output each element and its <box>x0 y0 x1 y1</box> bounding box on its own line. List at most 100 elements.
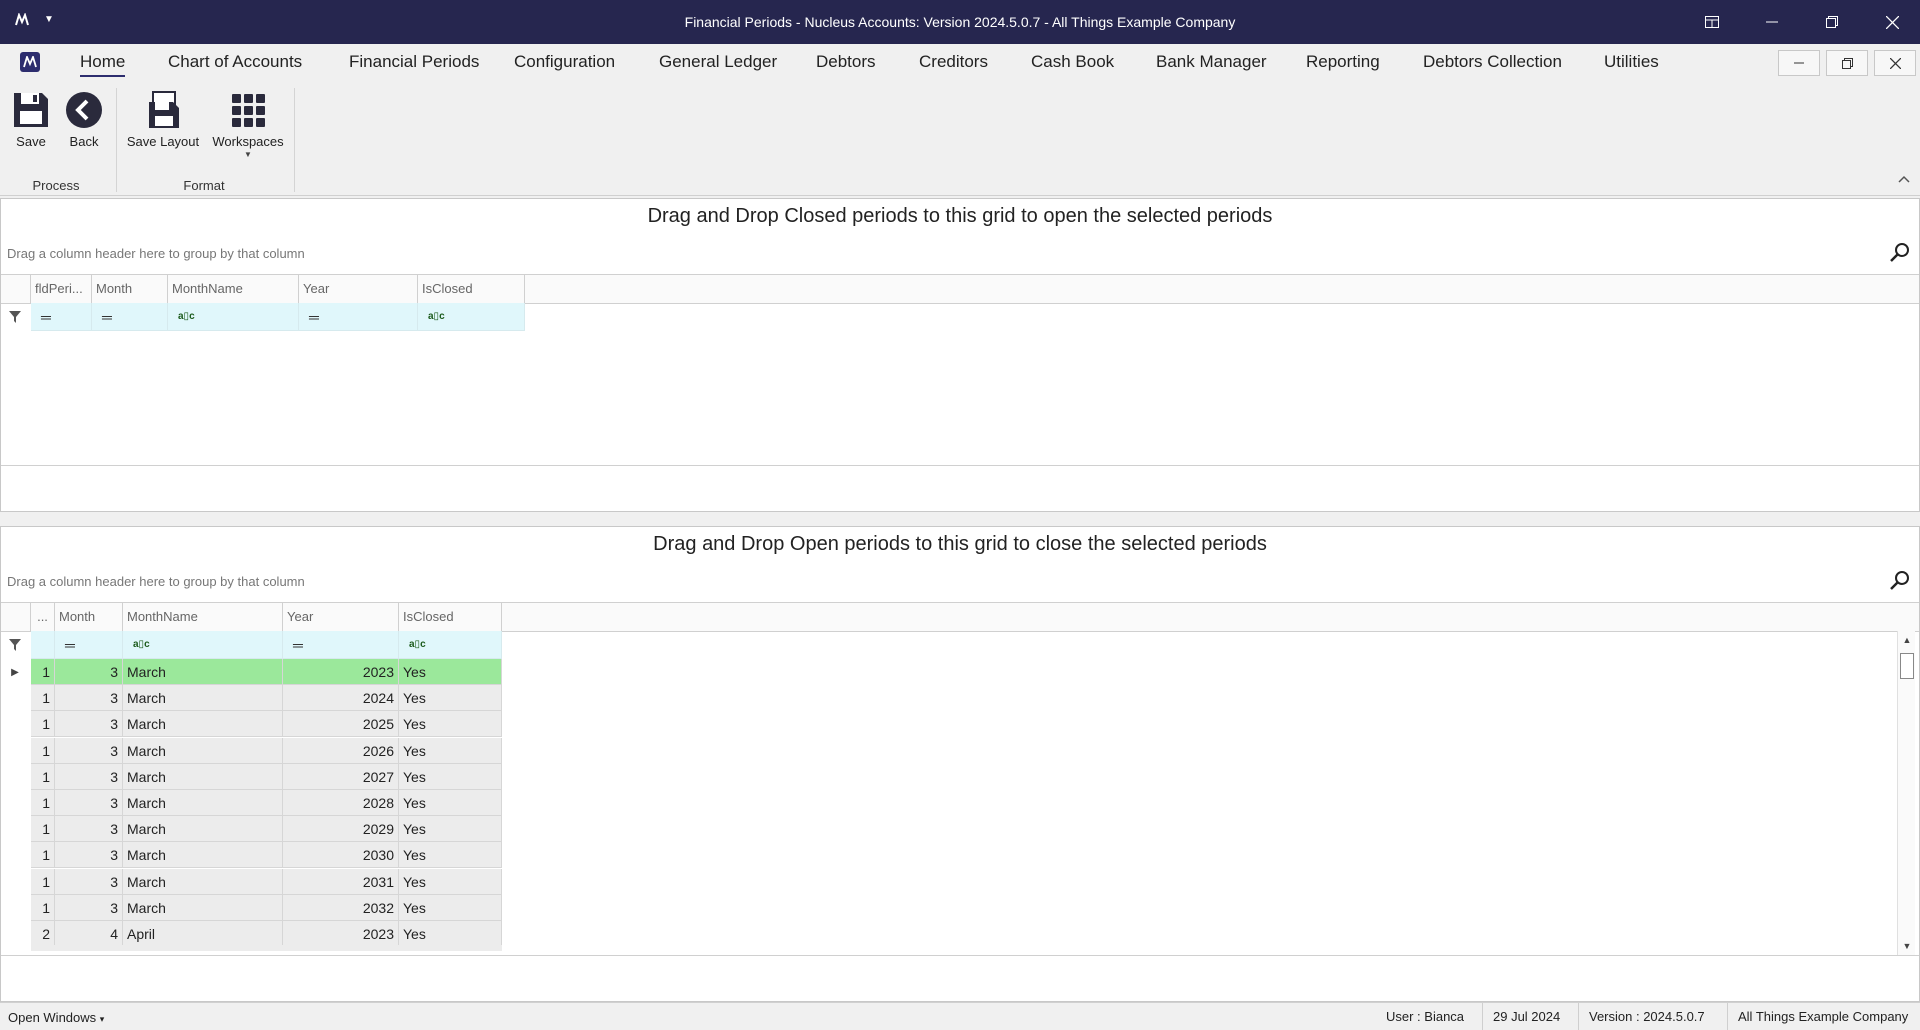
cell-isclosed[interactable]: Yes <box>399 737 502 764</box>
cell-id[interactable]: 2 <box>31 921 55 947</box>
column-header-id[interactable]: ... <box>31 603 55 631</box>
cell-isclosed[interactable]: Yes <box>399 842 502 869</box>
filter-cell-month[interactable]: ═ <box>55 631 123 659</box>
filter-cell-year[interactable]: ═ <box>283 631 399 659</box>
menu-financial-periods[interactable]: Financial Periods <box>349 52 479 72</box>
cell-monthname[interactable]: March <box>123 868 283 895</box>
column-header-month[interactable]: Month <box>55 603 123 631</box>
cell-id[interactable]: 1 <box>31 763 55 790</box>
cell-month[interactable]: 3 <box>55 816 123 843</box>
save-layout-button[interactable]: Save Layout <box>122 86 204 149</box>
collapse-ribbon-icon[interactable] <box>1898 172 1910 186</box>
table-row[interactable]: ▶ 1 3 March 2023 Yes <box>1 659 502 685</box>
cell-isclosed[interactable]: Yes <box>399 659 502 685</box>
cell-month[interactable]: 3 <box>55 763 123 790</box>
menu-cash-book[interactable]: Cash Book <box>1031 52 1114 72</box>
cell-year[interactable]: 2027 <box>283 763 399 790</box>
filter-cell-isclosed[interactable]: a▯c <box>418 303 525 331</box>
mdi-restore-button[interactable] <box>1826 50 1868 76</box>
cell-id[interactable]: 1 <box>31 842 55 869</box>
cell-monthname[interactable]: March <box>123 685 283 712</box>
filter-cell-year[interactable]: ═ <box>299 303 418 331</box>
cell-month[interactable]: 3 <box>55 894 123 921</box>
cell-year[interactable]: 2023 <box>283 921 399 947</box>
column-header-isclosed[interactable]: IsClosed <box>418 275 525 303</box>
column-header-isclosed[interactable]: IsClosed <box>399 603 502 631</box>
cell-id[interactable]: 1 <box>31 711 55 738</box>
cell-month[interactable]: 3 <box>55 659 123 685</box>
cell-id[interactable]: 1 <box>31 685 55 712</box>
filter-cell-month[interactable]: ═ <box>92 303 168 331</box>
cell-monthname[interactable]: March <box>123 711 283 738</box>
mdi-minimize-button[interactable] <box>1778 50 1820 76</box>
cell-monthname[interactable]: March <box>123 737 283 764</box>
menu-reporting[interactable]: Reporting <box>1306 52 1380 72</box>
cell-monthname[interactable]: March <box>123 894 283 921</box>
filter-cell-monthname[interactable]: a▯c <box>123 631 283 659</box>
column-header-monthname[interactable]: MonthName <box>123 603 283 631</box>
search-icon[interactable] <box>1889 569 1911 591</box>
cell-year[interactable]: 2024 <box>283 685 399 712</box>
menu-general-ledger[interactable]: General Ledger <box>659 52 777 72</box>
scroll-down-arrow-icon[interactable]: ▼ <box>1898 937 1916 955</box>
table-row[interactable]: 1 3 March 2031 Yes <box>1 868 502 895</box>
cell-year[interactable]: 2026 <box>283 737 399 764</box>
cell-year[interactable]: 2031 <box>283 868 399 895</box>
cell-year[interactable]: 2030 <box>283 842 399 869</box>
workspaces-button[interactable]: Workspaces ▼ <box>208 86 288 159</box>
minimize-window-button[interactable] <box>1744 0 1800 44</box>
cell-isclosed[interactable]: Yes <box>399 711 502 738</box>
column-header-monthname[interactable]: MonthName <box>168 275 299 303</box>
open-grid-scrollbar[interactable]: ▲ ▼ <box>1897 631 1915 955</box>
cell-monthname[interactable]: March <box>123 842 283 869</box>
cell-isclosed[interactable]: Yes <box>399 816 502 843</box>
group-by-hint[interactable]: Drag a column header here to group by th… <box>7 246 305 261</box>
table-row[interactable]: 1 3 March 2028 Yes <box>1 790 502 816</box>
cell-month[interactable]: 3 <box>55 685 123 712</box>
table-row[interactable]: 1 3 March 2032 Yes <box>1 894 502 921</box>
cell-id[interactable]: 1 <box>31 894 55 921</box>
table-row[interactable]: 1 3 March 2026 Yes <box>1 737 502 764</box>
table-row[interactable]: 1 3 March 2029 Yes <box>1 816 502 843</box>
save-button[interactable]: Save <box>10 86 52 149</box>
open-windows-dropdown[interactable]: Open Windows ▾ <box>8 1010 104 1025</box>
menu-debtors[interactable]: Debtors <box>816 52 876 72</box>
cell-monthname[interactable]: March <box>123 763 283 790</box>
menu-home[interactable]: Home <box>80 52 126 77</box>
cell-isclosed[interactable]: Yes <box>399 790 502 816</box>
column-header-month[interactable]: Month <box>92 275 168 303</box>
cell-month[interactable]: 3 <box>55 711 123 738</box>
filter-cell-monthname[interactable]: a▯c <box>168 303 299 331</box>
menu-debtors-collection[interactable]: Debtors Collection <box>1423 52 1562 72</box>
cell-isclosed[interactable]: Yes <box>399 763 502 790</box>
cell-month[interactable]: 3 <box>55 790 123 816</box>
menu-utilities[interactable]: Utilities <box>1604 52 1659 72</box>
cell-year[interactable]: 2029 <box>283 816 399 843</box>
cell-id[interactable]: 1 <box>31 868 55 895</box>
ribbon-display-options-icon[interactable] <box>1684 0 1740 44</box>
app-menu-button[interactable] <box>20 52 40 72</box>
menu-chart-of-accounts[interactable]: Chart of Accounts <box>168 52 302 72</box>
cell-month[interactable]: 4 <box>55 921 123 947</box>
cell-monthname[interactable]: March <box>123 816 283 843</box>
cell-isclosed[interactable]: Yes <box>399 685 502 712</box>
table-row[interactable]: 1 3 March 2025 Yes <box>1 711 502 738</box>
cell-year[interactable]: 2023 <box>283 659 399 685</box>
table-row[interactable]: 1 3 March 2024 Yes <box>1 685 502 712</box>
column-header-year[interactable]: Year <box>299 275 418 303</box>
cell-monthname[interactable]: March <box>123 659 283 685</box>
back-button[interactable]: Back <box>62 86 106 149</box>
cell-id[interactable]: 1 <box>31 659 55 685</box>
table-row[interactable]: 1 3 March 2030 Yes <box>1 842 502 869</box>
mdi-close-button[interactable] <box>1874 50 1916 76</box>
cell-isclosed[interactable]: Yes <box>399 921 502 947</box>
cell-isclosed[interactable]: Yes <box>399 894 502 921</box>
cell-year[interactable]: 2025 <box>283 711 399 738</box>
cell-id[interactable]: 1 <box>31 790 55 816</box>
cell-month[interactable]: 3 <box>55 842 123 869</box>
restore-window-button[interactable] <box>1804 0 1860 44</box>
cell-month[interactable]: 3 <box>55 737 123 764</box>
table-row[interactable]: 2 4 April 2023 Yes <box>1 921 502 947</box>
cell-year[interactable]: 2028 <box>283 790 399 816</box>
cell-isclosed[interactable]: Yes <box>399 868 502 895</box>
